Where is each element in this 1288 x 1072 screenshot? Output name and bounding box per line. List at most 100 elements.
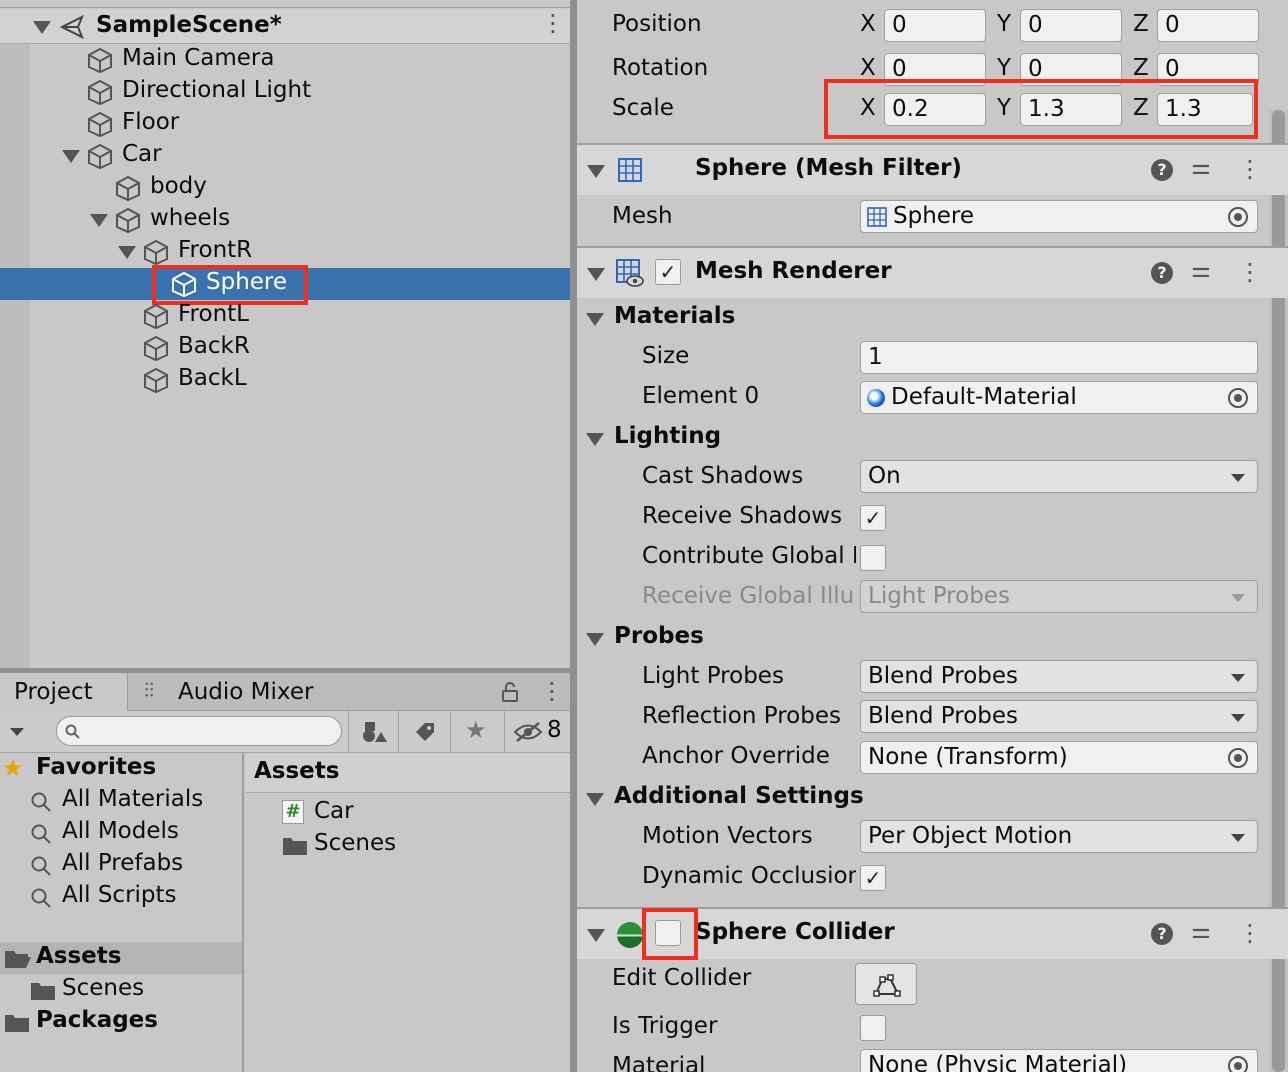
expand-wheels-arrow[interactable] [90,214,108,227]
hierarchy-item-frontl[interactable]: FrontL [142,300,562,332]
create-dropdown-arrow[interactable] [10,728,24,736]
position-z-field[interactable]: 0 [1157,9,1259,42]
asset-item-car[interactable]: # Car [282,797,562,829]
element0-field[interactable]: Default-Material [860,381,1258,414]
mesh-filter-header[interactable]: Sphere (Mesh Filter) ? ⚌ ⋮ [577,143,1288,195]
position-z-axis[interactable]: Z [1133,11,1149,37]
light-probes-dropdown[interactable]: Blend Probes [860,660,1258,693]
scene-menu-dots[interactable]: ⋮ [541,11,565,35]
expand-scene-arrow[interactable] [33,21,51,34]
hierarchy-item-directional-light[interactable]: Directional Light [86,76,566,108]
hierarchy-item-wheels[interactable]: wheels [88,204,558,236]
scene-header[interactable]: SampleScene* ⋮ [0,9,570,44]
object-picker-icon[interactable] [1228,748,1248,768]
presets-icon[interactable]: ⚌ [1191,155,1211,180]
contribute-gi-checkbox[interactable] [860,545,886,571]
dynamic-occlusion-checkbox[interactable]: ✓ [860,865,886,891]
sphere-collider-header[interactable]: Sphere Collider ? ⚌ ⋮ [577,907,1288,959]
presets-icon[interactable]: ⚌ [1191,919,1211,944]
rotation-z-axis[interactable]: Z [1133,55,1149,81]
object-picker-icon[interactable] [1228,388,1248,408]
filter-type-button[interactable] [348,711,398,753]
hierarchy-item-car[interactable]: Car [60,140,560,172]
tree-item-assets[interactable]: Assets [0,942,242,974]
receive-shadows-checkbox[interactable]: ✓ [860,505,886,531]
additional-settings-label[interactable]: Additional Settings [614,783,864,809]
scale-y-axis[interactable]: Y [997,95,1011,121]
size-field[interactable]: 1 [860,341,1258,374]
project-menu-dots[interactable]: ⋮ [540,679,564,703]
mesh-renderer-header[interactable]: ✓ Mesh Renderer ? ⚌ ⋮ [577,246,1288,298]
collapse-arrow[interactable] [587,268,605,281]
component-menu-dots[interactable]: ⋮ [1238,157,1262,181]
hierarchy-item-floor[interactable]: Floor [86,108,566,140]
collapse-arrow[interactable] [587,929,605,942]
lock-icon[interactable] [500,681,520,703]
rotation-x-axis[interactable]: X [860,55,876,81]
favorites-item-all-scripts[interactable]: All Scripts [30,881,240,913]
sphere-collider-enabled-checkbox[interactable] [655,920,681,946]
hierarchy-item-body[interactable]: body [114,172,554,204]
probes-label[interactable]: Probes [614,623,704,649]
hidden-packages-button[interactable]: 8 [504,711,570,753]
materials-label[interactable]: Materials [614,303,735,329]
asset-item-scenes[interactable]: Scenes [282,829,562,861]
scale-y-field[interactable]: 1.3 [1020,93,1122,126]
object-picker-icon[interactable] [1228,1056,1248,1072]
help-icon[interactable]: ? [1151,262,1173,284]
favorite-button[interactable]: ★ [450,711,504,753]
presets-icon[interactable]: ⚌ [1191,258,1211,283]
collapse-arrow[interactable] [587,165,605,178]
mesh-field[interactable]: Sphere [860,200,1258,233]
lighting-label[interactable]: Lighting [614,423,721,449]
favorites-item-all-models[interactable]: All Models [30,817,240,849]
rotation-y-field[interactable]: 0 [1020,53,1122,86]
panel-divider[interactable] [570,0,577,1072]
scale-x-field[interactable]: 0.2 [884,93,986,126]
search-input[interactable] [56,716,342,746]
motion-vectors-dropdown[interactable]: Per Object Motion [860,820,1258,853]
is-trigger-checkbox[interactable] [860,1015,886,1041]
scale-x-axis[interactable]: X [860,95,876,121]
mesh-renderer-enabled-checkbox[interactable]: ✓ [655,259,681,285]
help-icon[interactable]: ? [1151,923,1173,945]
sphere-collider-title: Sphere Collider [695,919,895,945]
tree-item-packages[interactable]: Packages [0,1006,242,1038]
component-menu-dots[interactable]: ⋮ [1238,921,1262,945]
anchor-override-field[interactable]: None (Transform) [860,741,1258,774]
position-y-axis[interactable]: Y [997,11,1011,37]
expand-frontr-arrow[interactable] [118,246,136,259]
edit-collider-button[interactable] [855,963,917,1005]
favorites-label[interactable]: Favorites [36,754,156,780]
position-x-axis[interactable]: X [860,11,876,37]
hierarchy-item-main-camera[interactable]: Main Camera [86,44,566,76]
tree-item-scenes[interactable]: Scenes [28,974,242,1006]
favorites-item-all-materials[interactable]: All Materials [30,785,240,817]
rotation-x-field[interactable]: 0 [884,53,986,86]
hierarchy-item-frontr[interactable]: FrontR [116,236,556,268]
hierarchy-item-backl[interactable]: BackL [142,364,562,396]
reflection-probes-dropdown[interactable]: Blend Probes [860,700,1258,733]
help-icon[interactable]: ? [1151,159,1173,181]
tab-project[interactable]: Project [0,673,128,712]
tab-audio-mixer[interactable]: ⫶⫶ Audio Mixer [140,673,340,711]
materials-foldout-arrow[interactable] [586,313,604,326]
position-y-field[interactable]: 0 [1020,9,1122,42]
favorites-item-all-prefabs[interactable]: All Prefabs [30,849,240,881]
cast-shadows-dropdown[interactable]: On [860,460,1258,493]
collider-material-field[interactable]: None (Physic Material) [860,1049,1258,1072]
component-menu-dots[interactable]: ⋮ [1238,260,1262,284]
probes-foldout-arrow[interactable] [586,633,604,646]
hierarchy-item-sphere-selected[interactable]: Sphere [0,268,570,300]
expand-car-arrow[interactable] [62,150,80,163]
filter-label-button[interactable] [398,711,450,753]
hierarchy-item-backr[interactable]: BackR [142,332,562,364]
rotation-y-axis[interactable]: Y [997,55,1011,81]
object-picker-icon[interactable] [1228,207,1248,227]
scale-z-axis[interactable]: Z [1133,95,1149,121]
rotation-z-field[interactable]: 0 [1157,53,1259,86]
additional-foldout-arrow[interactable] [586,793,604,806]
position-x-field[interactable]: 0 [884,9,986,42]
lighting-foldout-arrow[interactable] [586,433,604,446]
scale-z-field[interactable]: 1.3 [1157,93,1253,126]
